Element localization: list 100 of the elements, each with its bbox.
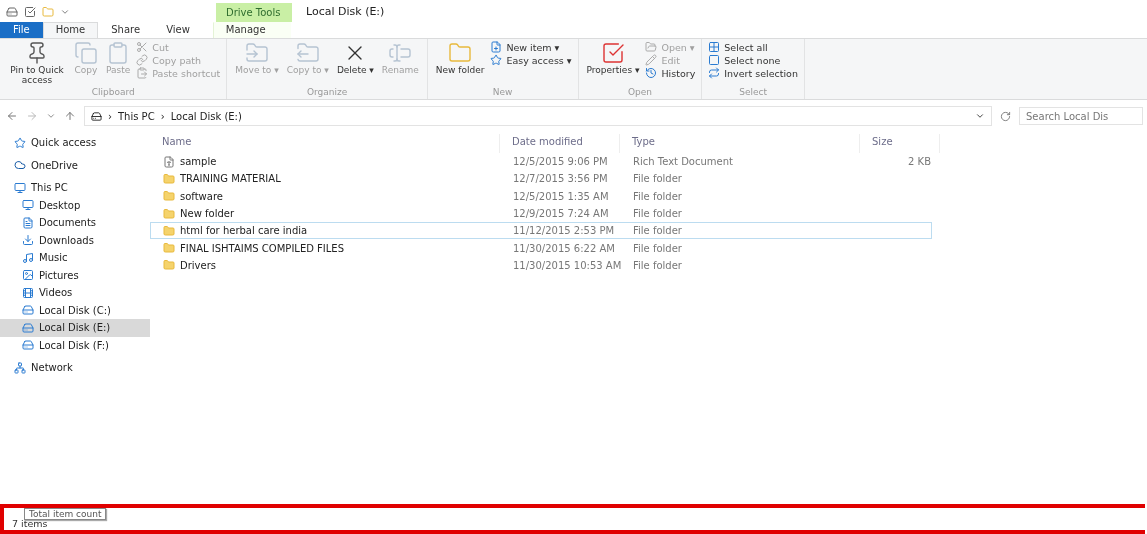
table-cell: 12/7/2015 3:56 PM: [513, 173, 608, 185]
ribbon-button[interactable]: New folder: [433, 41, 487, 87]
cloud-icon: [14, 159, 26, 172]
caret-icon[interactable]: [975, 111, 985, 121]
sidebar-item[interactable]: Local Disk (E:): [0, 319, 150, 337]
table-cell: File folder: [633, 190, 682, 202]
network-icon: [14, 361, 26, 374]
path-icon: [136, 54, 149, 66]
tooltip: Total item count: [24, 508, 107, 520]
up-icon[interactable]: [64, 110, 76, 122]
star-icon: [14, 136, 26, 149]
folder-icon: [163, 172, 175, 185]
table-cell: 12/5/2015 9:06 PM: [513, 156, 608, 168]
file-name[interactable]: html for herbal care india: [151, 224, 501, 237]
grid-icon: [708, 41, 721, 53]
scissors-icon: [136, 41, 149, 53]
film-icon: [22, 286, 34, 299]
column-header[interactable]: Size: [860, 134, 940, 153]
table-cell: Rich Text Document: [633, 156, 733, 168]
drive-icon: [22, 321, 34, 334]
table-cell: File folder: [633, 208, 682, 220]
folder-icon[interactable]: [42, 6, 54, 18]
file-name[interactable]: TRAINING MATERIAL: [151, 172, 501, 185]
folder-icon: [163, 207, 175, 220]
breadcrumb[interactable]: This PC: [118, 110, 155, 122]
ribbon-button[interactable]: Pin to Quick access: [6, 41, 68, 87]
shortcut-icon: [136, 67, 149, 79]
ribbon-button[interactable]: Delete ▾: [334, 41, 376, 87]
sidebar-item[interactable]: Local Disk (C:): [0, 301, 150, 319]
caret-icon[interactable]: [60, 7, 70, 17]
group-label: Select: [738, 87, 768, 99]
sidebar-item[interactable]: This PC: [0, 179, 150, 197]
document-icon: [163, 155, 175, 168]
folder-icon: [163, 224, 175, 237]
file-name[interactable]: New folder: [151, 207, 501, 220]
table-cell: 11/30/2015 6:22 AM: [513, 242, 615, 254]
sidebar-item[interactable]: Quick access: [0, 134, 150, 152]
drive-icon: [22, 304, 34, 317]
invert-icon: [708, 67, 721, 79]
ribbon-button[interactable]: History: [645, 67, 696, 79]
separator-glyph: ›: [160, 110, 165, 122]
window-title: Local Disk (E:): [305, 5, 386, 20]
music-icon: [22, 251, 34, 264]
sidebar-item[interactable]: Desktop: [0, 196, 150, 214]
file-name[interactable]: sample: [151, 155, 501, 168]
table-cell: File folder: [633, 173, 682, 185]
folder-icon: [163, 242, 175, 255]
open-icon: [645, 41, 658, 53]
breadcrumb[interactable]: Local Disk (E:): [170, 110, 242, 122]
column-header[interactable]: Date modified: [500, 134, 620, 153]
refresh-icon[interactable]: [1000, 110, 1011, 122]
sidebar-item[interactable]: Local Disk (F:): [0, 336, 150, 354]
copy-to-icon: [295, 41, 320, 65]
search-field[interactable]: Search Local Dis: [1019, 107, 1143, 125]
file-name[interactable]: software: [151, 190, 501, 203]
drive-icon: [22, 339, 34, 352]
table-cell: File folder: [633, 225, 682, 237]
ribbon-tab[interactable]: Home: [42, 22, 99, 38]
move-icon: [245, 41, 270, 65]
folder-icon: [163, 259, 175, 272]
new-item-icon: [490, 41, 503, 53]
table-cell: 2 KB: [908, 156, 931, 168]
table-cell: File folder: [633, 242, 682, 254]
forward-icon[interactable]: [26, 110, 38, 122]
address-bar[interactable]: › This PC › Local Disk (E:): [84, 106, 992, 126]
ribbon-tab[interactable]: File: [0, 22, 43, 38]
ribbon-button[interactable]: Easy access ▾: [490, 54, 572, 66]
file-name[interactable]: FINAL ISHTAIMS COMPILED FILES: [151, 242, 501, 255]
sidebar-item[interactable]: OneDrive: [0, 156, 150, 174]
checkmark-icon: [601, 41, 626, 65]
ribbon-button[interactable]: Select none: [708, 54, 798, 66]
sidebar-item[interactable]: Pictures: [0, 266, 150, 284]
ribbon-button[interactable]: Invert selection: [708, 67, 798, 79]
ribbon-button[interactable]: Select all: [708, 41, 798, 53]
file-name[interactable]: Drivers: [151, 259, 501, 272]
column-header[interactable]: Type: [620, 134, 860, 153]
history-icon: [645, 67, 658, 79]
group-label: Open: [626, 87, 653, 99]
document-icon: [22, 216, 34, 229]
caret-icon[interactable]: [46, 111, 56, 121]
group-label: New: [491, 87, 514, 99]
sidebar-item[interactable]: Documents: [0, 214, 150, 232]
table-cell: File folder: [633, 259, 682, 271]
context-tab-label: Drive Tools: [216, 3, 292, 22]
sidebar-item[interactable]: Videos: [0, 284, 150, 302]
ribbon-button[interactable]: Properties ▾: [584, 41, 642, 87]
table-cell: 11/30/2015 10:53 AM: [513, 259, 622, 271]
picture-icon: [22, 269, 34, 282]
item-count: 7 items: [12, 518, 48, 529]
sidebar-item[interactable]: Downloads: [0, 231, 150, 249]
ribbon-tab[interactable]: Manage: [212, 22, 291, 38]
separator-glyph: ›: [108, 110, 112, 122]
group-label: Organize: [305, 87, 349, 99]
desktop-icon: [22, 199, 34, 212]
sidebar-item[interactable]: Music: [0, 249, 150, 267]
column-header[interactable]: Name: [150, 134, 500, 153]
sidebar-item[interactable]: Network: [0, 359, 150, 377]
ribbon-button[interactable]: New item ▾: [490, 41, 572, 53]
back-icon[interactable]: [6, 110, 18, 122]
folder-icon: [163, 190, 175, 203]
